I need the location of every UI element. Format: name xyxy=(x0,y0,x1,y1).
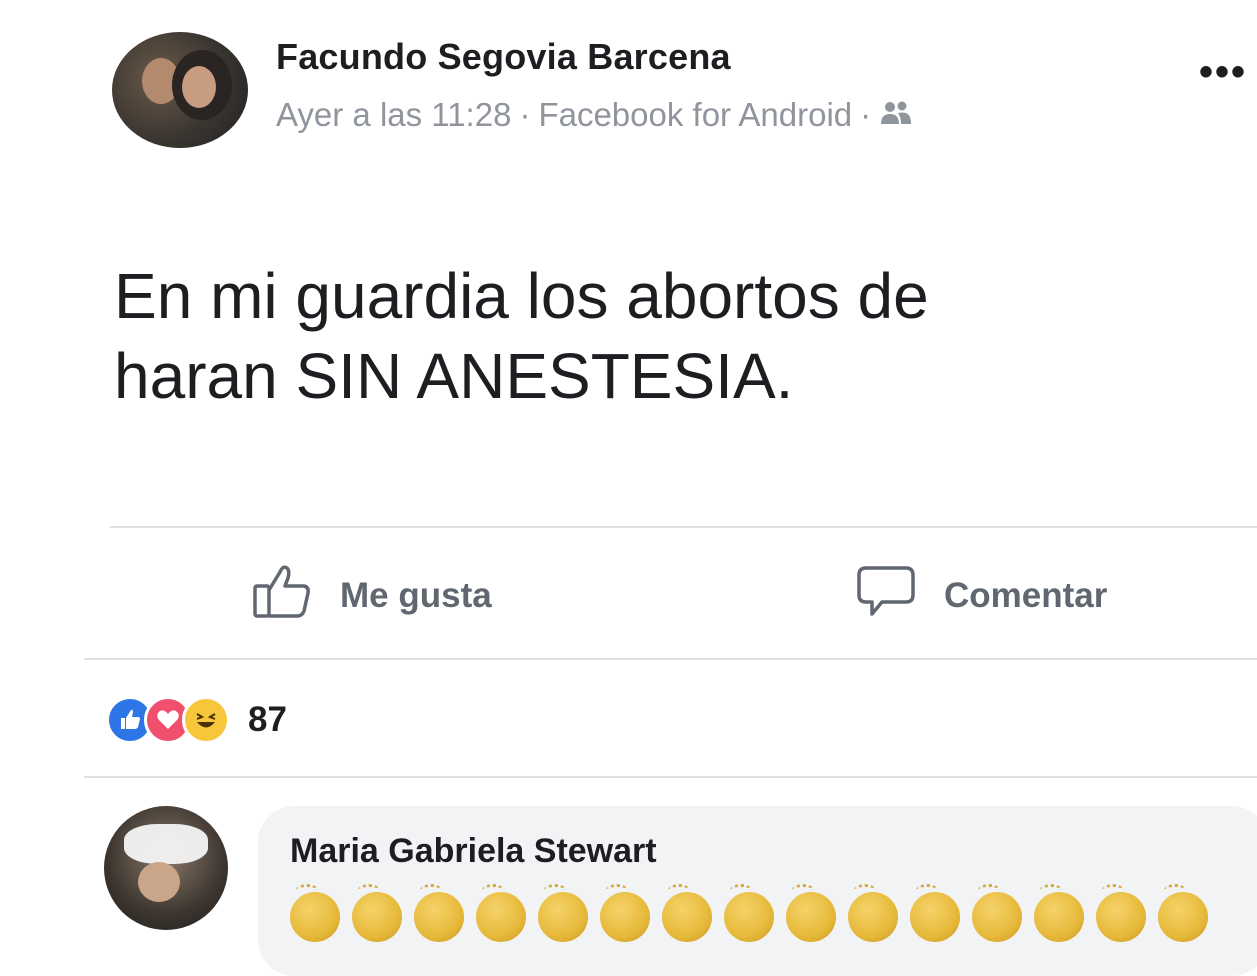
post-text: En mi guardia los abortos de haran SIN A… xyxy=(114,256,1214,416)
clapping-hands-icon xyxy=(972,884,1022,942)
comment-emoji-row xyxy=(290,884,1220,942)
post-text-line: haran SIN ANESTESIA. xyxy=(114,340,794,412)
comment-icon xyxy=(856,562,944,629)
clapping-hands-icon xyxy=(538,884,588,942)
clapping-hands-icon xyxy=(1034,884,1084,942)
commenter-avatar[interactable] xyxy=(104,806,228,930)
meta-separator: · xyxy=(860,96,872,133)
comment-button[interactable]: Comentar xyxy=(856,562,1107,629)
clapping-hands-icon xyxy=(414,884,464,942)
post-source: Facebook for Android xyxy=(538,96,853,133)
friends-icon xyxy=(879,96,913,134)
post-author-name[interactable]: Facundo Segovia Barcena xyxy=(276,36,731,78)
clapping-hands-icon xyxy=(290,884,340,942)
post-timestamp[interactable]: Ayer a las 11:28 xyxy=(276,96,511,134)
thumbs-up-icon xyxy=(252,562,340,629)
clapping-hands-icon xyxy=(476,884,526,942)
more-options-button[interactable]: ••• xyxy=(1199,52,1247,92)
avatar-face xyxy=(138,862,180,902)
reaction-count: 87 xyxy=(248,700,287,739)
post-text-line: En mi guardia los abortos de xyxy=(114,260,929,332)
clapping-hands-icon xyxy=(786,884,836,942)
clapping-hands-icon xyxy=(662,884,712,942)
post-meta: Ayer a las 11:28 · Facebook for Android … xyxy=(276,96,913,134)
clapping-hands-icon xyxy=(724,884,774,942)
divider xyxy=(110,526,1257,528)
clapping-hands-icon xyxy=(600,884,650,942)
comment-button-label: Comentar xyxy=(944,575,1108,615)
divider xyxy=(84,776,1257,778)
clapping-hands-icon xyxy=(848,884,898,942)
clapping-hands-icon xyxy=(1096,884,1146,942)
clapping-hands-icon xyxy=(910,884,960,942)
avatar-blur xyxy=(124,824,208,864)
comment-author-name[interactable]: Maria Gabriela Stewart xyxy=(290,832,657,871)
like-button-label: Me gusta xyxy=(340,575,492,615)
author-avatar[interactable] xyxy=(112,32,248,148)
like-button[interactable]: Me gusta xyxy=(252,562,492,629)
reactions-summary[interactable]: 87 xyxy=(106,696,287,744)
meta-separator: · xyxy=(519,96,531,133)
avatar-face xyxy=(182,66,216,108)
clapping-hands-icon xyxy=(1158,884,1208,942)
haha-reaction-icon xyxy=(182,696,230,744)
clapping-hands-icon xyxy=(352,884,402,942)
divider xyxy=(84,658,1257,660)
